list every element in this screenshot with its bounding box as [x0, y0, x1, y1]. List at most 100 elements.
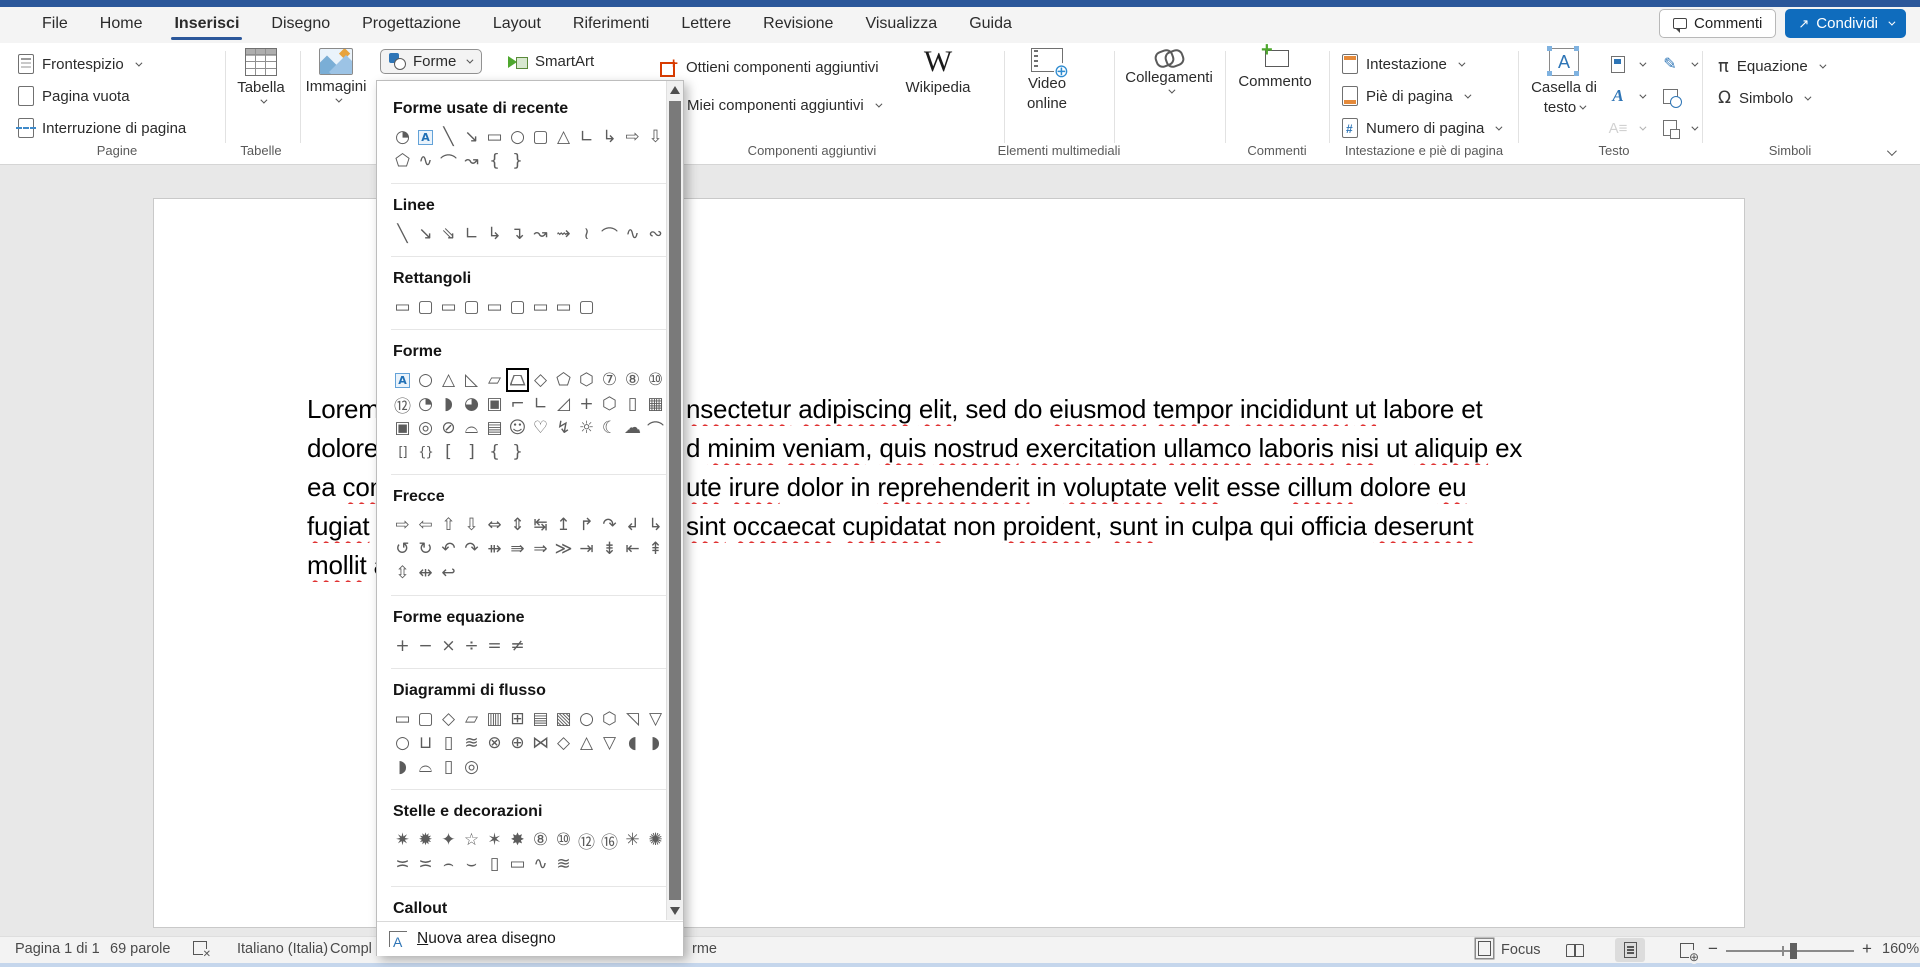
- shape-cell[interactable]: ○: [391, 731, 414, 755]
- links-button[interactable]: Collegamenti: [1128, 48, 1210, 94]
- shape-cell[interactable]: ✺: [644, 828, 667, 852]
- shape-cell[interactable]: A: [391, 368, 414, 392]
- shape-cell[interactable]: ✷: [391, 828, 414, 852]
- new-comment-button[interactable]: Commento: [1238, 48, 1312, 90]
- menu-tab-file[interactable]: File: [26, 7, 84, 43]
- zoom-in-button[interactable]: +: [1862, 939, 1872, 959]
- shape-cell[interactable]: ⬡: [575, 368, 598, 392]
- shape-cell[interactable]: ⌣: [460, 852, 483, 876]
- page-break-button[interactable]: Interruzione di pagina: [18, 116, 186, 140]
- shape-cell[interactable]: ✳: [621, 828, 644, 852]
- zoom-slider-thumb[interactable]: [1790, 943, 1797, 959]
- shape-cell[interactable]: ⇧: [437, 513, 460, 537]
- word-count[interactable]: 69 parole: [110, 941, 170, 957]
- shape-cell[interactable]: ○: [414, 368, 437, 392]
- object-button[interactable]: [1660, 116, 1696, 140]
- shape-cell[interactable]: ▭: [506, 852, 529, 876]
- shape-cell[interactable]: ▦: [644, 392, 667, 416]
- shape-cell[interactable]: ◖: [621, 731, 644, 755]
- shape-cell[interactable]: ▭: [437, 295, 460, 319]
- shape-cell[interactable]: ╲: [437, 125, 460, 149]
- shape-cell[interactable]: ↝: [460, 149, 483, 173]
- menu-tab-progettazione[interactable]: Progettazione: [346, 7, 477, 43]
- shape-cell[interactable]: ↘: [414, 222, 437, 246]
- menu-tab-revisione[interactable]: Revisione: [747, 7, 849, 43]
- shape-cell[interactable]: ⑫: [391, 392, 414, 416]
- shape-cell[interactable]: ⊗: [483, 731, 506, 755]
- shape-cell[interactable]: ▭: [552, 295, 575, 319]
- collapse-ribbon-button[interactable]: [1884, 143, 1894, 161]
- pictures-button[interactable]: Immagini: [305, 48, 367, 103]
- shape-cell[interactable]: ◺: [460, 368, 483, 392]
- shape-cell[interactable]: ⑫: [575, 828, 598, 852]
- shape-cell[interactable]: ∿: [529, 852, 552, 876]
- shape-cell[interactable]: ⑧: [529, 828, 552, 852]
- page-number-button[interactable]: Numero di pagina: [1342, 116, 1500, 140]
- shape-cell[interactable]: ⇨: [621, 125, 644, 149]
- shape-cell[interactable]: ↝: [529, 222, 552, 246]
- shape-cell[interactable]: ↘: [460, 125, 483, 149]
- shape-cell[interactable]: ⇩: [460, 513, 483, 537]
- shape-cell[interactable]: +: [391, 634, 414, 658]
- share-button[interactable]: ↗ Condividi: [1785, 9, 1906, 38]
- shape-cell[interactable]: ⇔: [483, 513, 506, 537]
- shape-cell[interactable]: ▥: [483, 707, 506, 731]
- document-text-line[interactable]: sint occaecat cupidatat non proident, su…: [686, 509, 1696, 543]
- shape-cell[interactable]: ≫: [552, 537, 575, 561]
- shape-cell[interactable]: ∾: [644, 222, 667, 246]
- shape-cell[interactable]: ☾: [598, 416, 621, 440]
- shape-cell[interactable]: ▢: [575, 295, 598, 319]
- shape-cell[interactable]: ◿: [552, 392, 575, 416]
- menu-tab-visualizza[interactable]: Visualizza: [849, 7, 953, 43]
- shape-cell[interactable]: ▢: [460, 295, 483, 319]
- shape-cell[interactable]: ▢: [506, 295, 529, 319]
- footer-button[interactable]: Piè di pagina: [1342, 84, 1469, 108]
- shape-cell[interactable]: ○: [575, 707, 598, 731]
- shape-cell[interactable]: ⑩: [644, 368, 667, 392]
- shape-cell[interactable]: ▢: [414, 707, 437, 731]
- shape-cell[interactable]: ☁: [621, 416, 644, 440]
- print-layout-button[interactable]: [1615, 938, 1645, 962]
- signature-line-button[interactable]: ✎: [1660, 52, 1696, 76]
- shape-cell[interactable]: [: [437, 440, 460, 464]
- shape-cell[interactable]: ⇩: [644, 125, 667, 149]
- menu-tab-lettere[interactable]: Lettere: [665, 7, 747, 43]
- shape-cell[interactable]: ⇟: [598, 537, 621, 561]
- date-time-button[interactable]: [1660, 84, 1680, 108]
- shape-cell[interactable]: ↱: [575, 513, 598, 537]
- shape-cell[interactable]: {: [483, 149, 506, 173]
- shape-cell[interactable]: ⇳: [391, 561, 414, 585]
- shape-cell[interactable]: ⑯: [598, 828, 621, 852]
- shape-cell[interactable]: ↯: [552, 416, 575, 440]
- shape-cell[interactable]: ⑩: [552, 828, 575, 852]
- focus-mode-button[interactable]: Focus: [1478, 941, 1541, 958]
- shape-cell[interactable]: ⌒: [598, 222, 621, 246]
- comments-button[interactable]: Commenti: [1659, 9, 1776, 38]
- shape-cell[interactable]: ☼: [575, 416, 598, 440]
- menu-tab-inserisci[interactable]: Inserisci: [158, 7, 255, 43]
- shape-cell[interactable]: {: [483, 440, 506, 464]
- shape-cell[interactable]: ◹: [621, 707, 644, 731]
- online-video-button[interactable]: Video online: [1012, 48, 1082, 112]
- shape-cell[interactable]: ∿: [414, 149, 437, 173]
- shape-cell[interactable]: ▯: [437, 755, 460, 779]
- shape-cell[interactable]: ☺: [506, 416, 529, 440]
- shape-cell[interactable]: []: [391, 440, 414, 464]
- shape-cell[interactable]: ↷: [460, 537, 483, 561]
- document-text-line[interactable]: d minim veniam, quis nostrud exercitatio…: [686, 431, 1696, 465]
- proofing-status-icon[interactable]: [193, 941, 207, 957]
- shape-cell[interactable]: ▭: [483, 125, 506, 149]
- web-layout-button[interactable]: [1672, 938, 1702, 962]
- shape-cell[interactable]: ∿: [621, 222, 644, 246]
- shape-cell[interactable]: ↳: [644, 513, 667, 537]
- shape-cell[interactable]: ○: [506, 125, 529, 149]
- shape-cell[interactable]: {}: [414, 440, 437, 464]
- shape-cell[interactable]: ◗: [644, 731, 667, 755]
- smartart-button[interactable]: SmartArt: [508, 53, 594, 70]
- shape-cell[interactable]: ⌒: [644, 416, 667, 440]
- shape-cell[interactable]: ↲: [621, 513, 644, 537]
- shape-cell[interactable]: ÷: [460, 634, 483, 658]
- shape-cell[interactable]: ⋈: [529, 731, 552, 755]
- shape-cell[interactable]: ⇹: [414, 561, 437, 585]
- shape-cell[interactable]: ◗: [391, 755, 414, 779]
